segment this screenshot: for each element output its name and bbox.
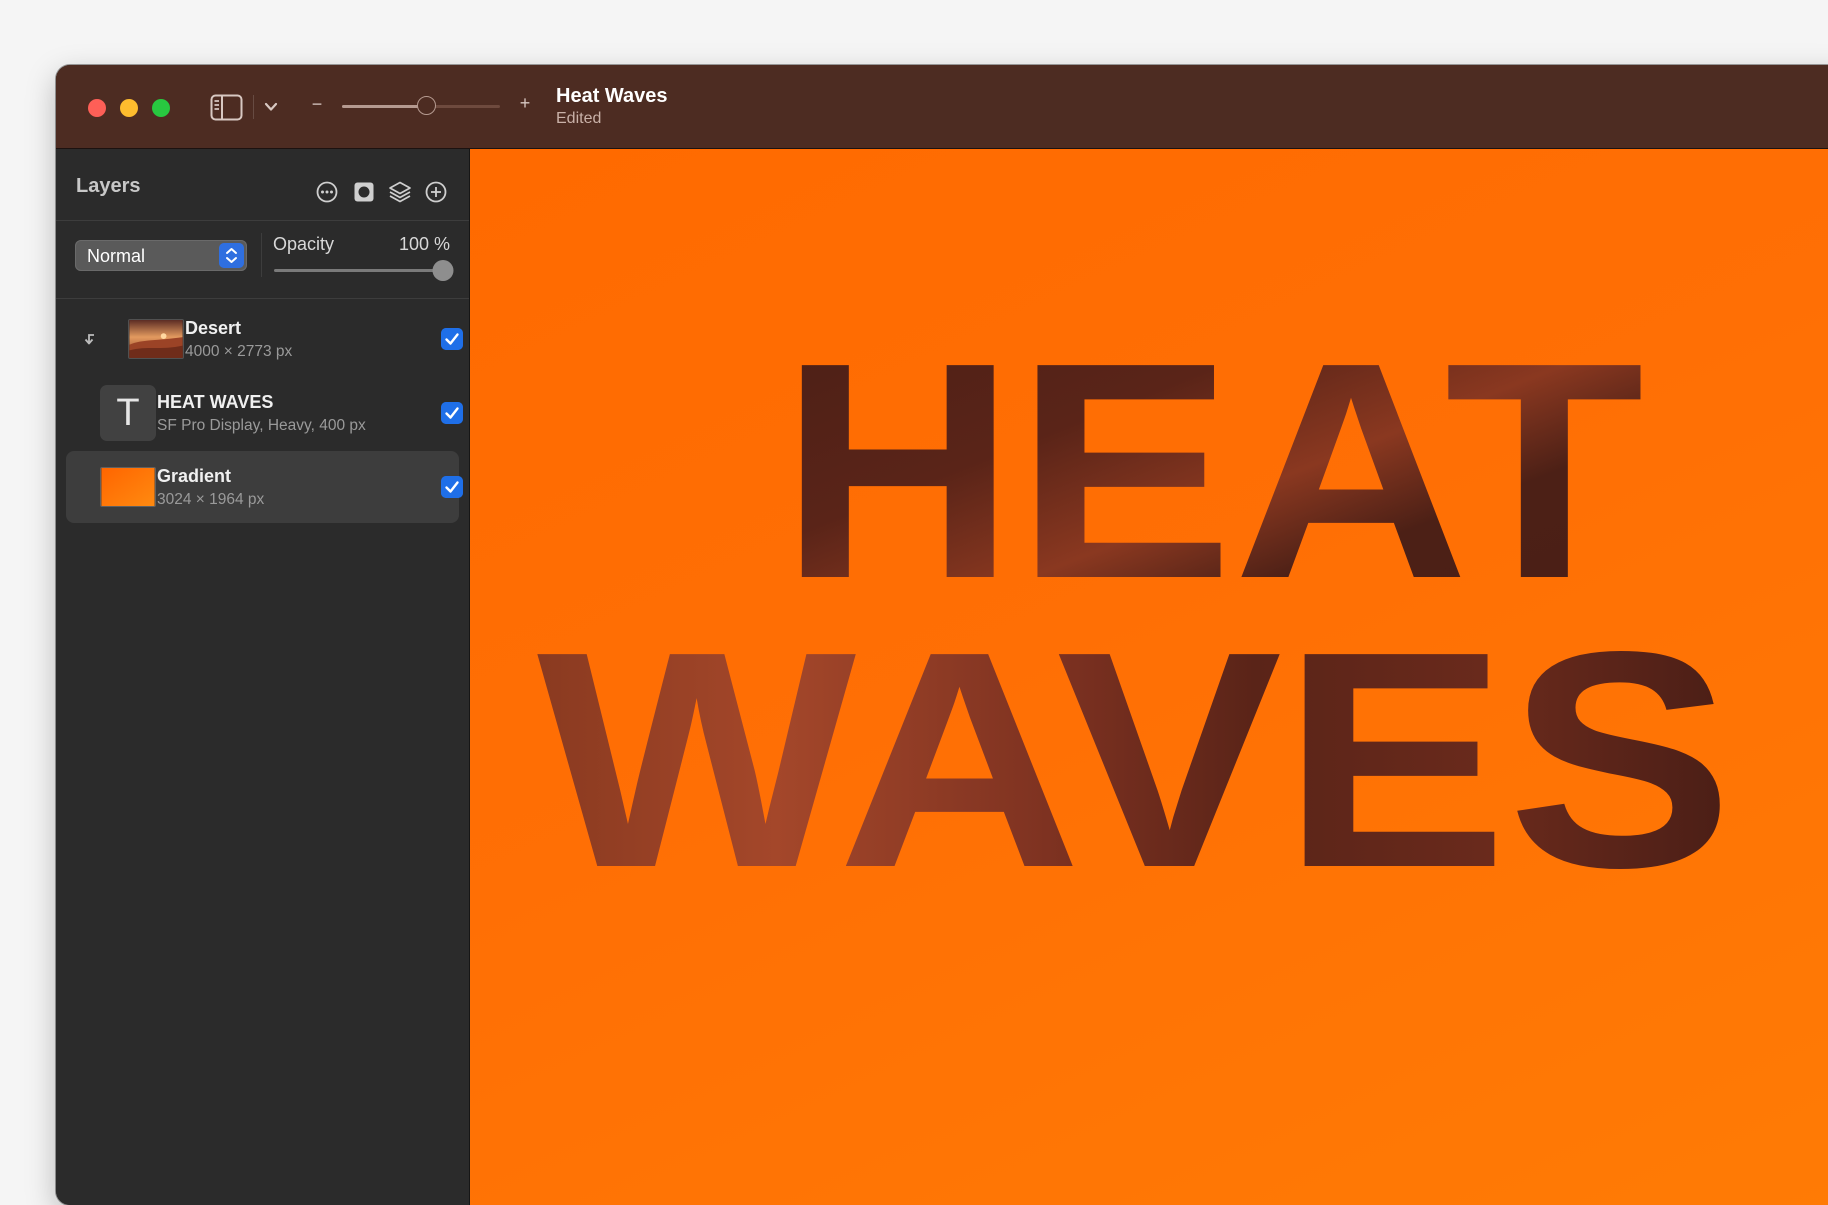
minimize-window-button[interactable] — [120, 99, 138, 117]
add-icon[interactable] — [424, 180, 448, 204]
layer-name: Desert — [185, 318, 242, 338]
clipping-mask-arrow-icon — [84, 334, 94, 345]
up-down-chevron-icon — [219, 243, 244, 268]
toolbar-divider — [253, 95, 254, 119]
layers-sidebar: Layers Normal Opacity 100 % Desert 4000 … — [56, 149, 470, 1205]
layer-name: HEAT WAVES — [157, 392, 274, 412]
blend-mode-value: Normal — [87, 246, 146, 266]
zoom-slider-fill — [342, 105, 426, 108]
layer-name: Gradient — [157, 466, 232, 486]
close-window-button[interactable] — [88, 99, 106, 117]
zoom-slider[interactable] — [342, 96, 500, 115]
opacity-label: Opacity — [273, 234, 335, 254]
layer-row-desert[interactable]: Desert 4000 × 2773 px — [66, 303, 463, 375]
document-title: Heat Waves — [556, 85, 668, 107]
sidebar-title: Layers — [76, 175, 141, 197]
divider — [56, 220, 469, 221]
layer-dimensions: 3024 × 1964 px — [157, 491, 265, 508]
mask-icon[interactable] — [352, 180, 376, 204]
layers-stack-icon[interactable] — [388, 180, 412, 204]
title-bar: − + Heat Waves Edited — [56, 65, 1828, 149]
zoom-in-button[interactable]: + — [518, 93, 532, 114]
app-window: − + Heat Waves Edited Layers Normal Opac… — [56, 65, 1828, 1205]
layer-row-heat-waves[interactable]: T HEAT WAVES SF Pro Display, Heavy, 400 … — [66, 377, 463, 449]
headline-line-2: WAVES — [537, 588, 1733, 932]
opacity-slider[interactable] — [274, 260, 454, 281]
gradient-thumbnail — [100, 467, 156, 507]
blend-mode-select[interactable]: Normal — [75, 240, 247, 271]
zoom-out-button[interactable]: − — [310, 94, 324, 115]
document-canvas[interactable]: HEAT WAVES — [470, 149, 1828, 1205]
layer-font-info: SF Pro Display, Heavy, 400 px — [157, 417, 366, 434]
artwork: HEAT WAVES — [537, 299, 1733, 932]
chevron-down-icon[interactable] — [261, 97, 281, 117]
divider — [261, 233, 262, 277]
desert-thumbnail — [128, 319, 184, 359]
opacity-slider-knob[interactable] — [432, 260, 454, 281]
layer-dimensions: 4000 × 2773 px — [185, 343, 293, 360]
visibility-checkbox[interactable] — [441, 476, 463, 498]
sidebar-toggle-icon[interactable] — [210, 94, 243, 121]
divider — [56, 298, 469, 299]
visibility-checkbox[interactable] — [441, 402, 463, 424]
layer-row-gradient[interactable]: Gradient 3024 × 1964 px — [66, 451, 463, 523]
visibility-checkbox[interactable] — [441, 328, 463, 350]
zoom-window-button[interactable] — [152, 99, 170, 117]
text-layer-thumbnail: T — [100, 385, 156, 441]
zoom-slider-knob[interactable] — [416, 96, 436, 115]
document-status: Edited — [556, 110, 602, 127]
more-icon[interactable] — [315, 180, 339, 204]
opacity-value[interactable]: 100 % — [390, 234, 450, 255]
